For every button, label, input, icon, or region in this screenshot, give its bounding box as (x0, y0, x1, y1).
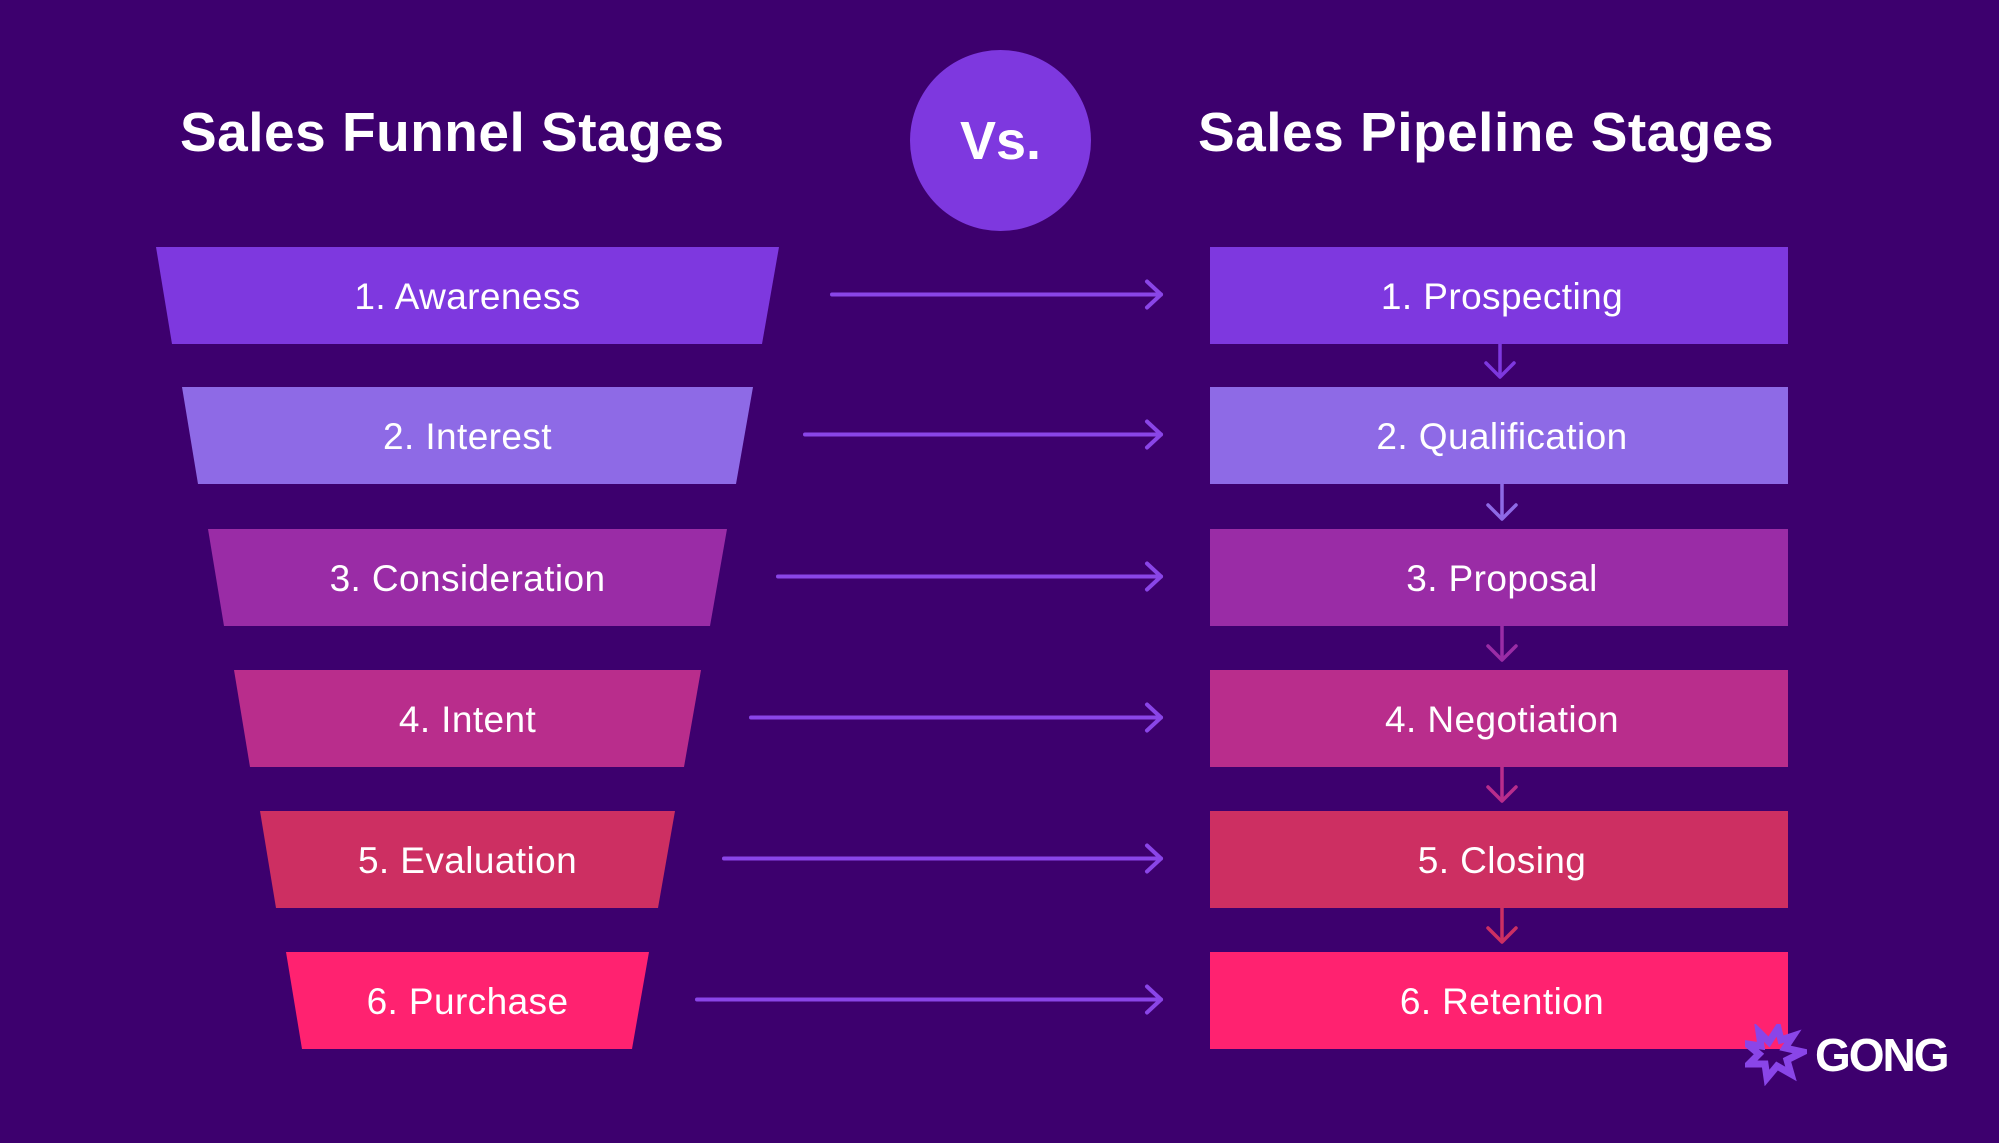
funnel-stage-label: 5. Evaluation (357, 839, 578, 881)
pipeline-stage-label: 4. Negotiation (1385, 698, 1619, 740)
pipeline-stage-label: 6. Retention (1399, 980, 1605, 1022)
pipeline-stage-label: 2. Qualification (1376, 415, 1628, 457)
funnel-stage-label: 6. Purchase (366, 980, 569, 1022)
funnel-stage-label: 2. Interest (383, 415, 552, 457)
funnel-stage-label: 3. Consideration (329, 557, 606, 599)
pipeline-stage-label: 5. Closing (1417, 839, 1587, 881)
gong-logo: GONG (1745, 1024, 1950, 1086)
starburst-icon (1745, 1024, 1807, 1086)
pipeline-stage-label: 3. Proposal (1406, 557, 1598, 599)
diagram-canvas (156, 247, 1788, 1049)
funnel-stage-label: 4. Intent (398, 698, 537, 740)
logo-text: GONG (1815, 1029, 1950, 1081)
funnel-stage-label: 1. Awareness (354, 275, 581, 317)
pipeline-stage-label: 1. Prospecting (1380, 275, 1624, 317)
